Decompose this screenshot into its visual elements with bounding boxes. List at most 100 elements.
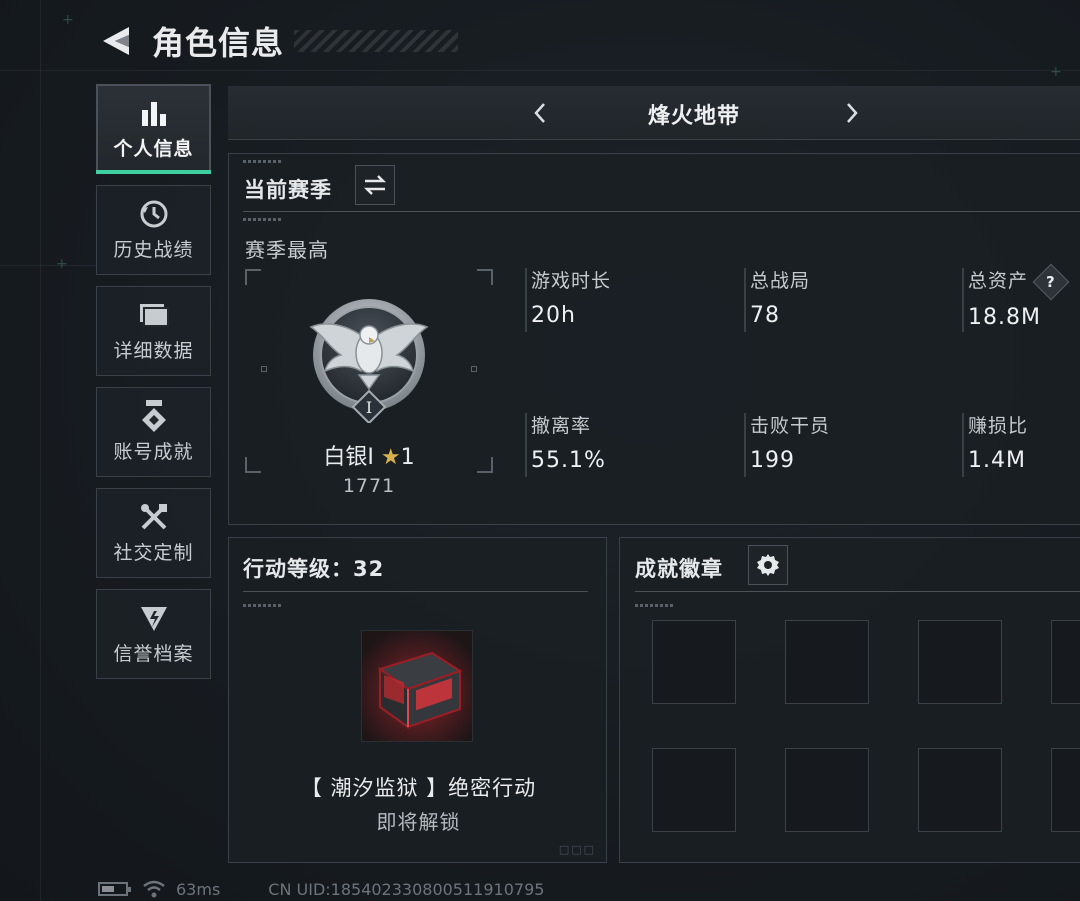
achievement-badges-panel: 成就徽章 [619, 537, 1080, 863]
stat-divider [525, 413, 527, 477]
stat-divider [744, 268, 746, 332]
badge-slot[interactable] [918, 620, 1002, 704]
frame-dot [471, 366, 477, 372]
season-best-label: 赛季最高 [245, 238, 329, 262]
stat-label: 游戏时长 [531, 270, 612, 292]
divider [243, 211, 1080, 212]
stat-label: 总战局 [750, 270, 811, 292]
stat-value: 1.4M [968, 448, 1026, 473]
stat-divider [744, 413, 746, 477]
rank-name: 白银I [323, 445, 374, 470]
stat-divider [962, 413, 964, 477]
chevron-left-icon [534, 103, 545, 123]
tools-icon [139, 502, 169, 532]
rank-card: I 白银I ★1 1771 [245, 269, 493, 497]
sidebar-item-reputation[interactable]: 信誉档案 [96, 589, 211, 679]
badge-slot[interactable] [785, 620, 869, 704]
sidebar-item-achievements[interactable]: 账号成就 [96, 387, 211, 477]
stat-label: 总资产 [968, 270, 1029, 292]
back-button[interactable] [96, 21, 136, 61]
user-uid: CN UID:185402330800511910795 [268, 879, 545, 899]
sidebar-item-label: 账号成就 [113, 440, 194, 463]
badge-slot[interactable] [652, 620, 736, 704]
stat-extraction-rate: 撤离率 55.1% [525, 411, 731, 477]
stat-value: 78 [750, 303, 780, 328]
rank-stars: 1 [400, 445, 415, 470]
back-arrow-icon [103, 27, 129, 55]
sidebar: 个人信息 历史战绩 详细数据 账号成就 社交定制 信誉档案 [96, 84, 212, 690]
decor-tag [635, 604, 675, 607]
svg-text:I: I [366, 398, 372, 417]
status-bar: 63ms CN UID:185402330800511910795 [98, 878, 544, 900]
action-level-title: 行动等级：32 [243, 557, 385, 581]
battery-icon [98, 882, 131, 896]
stat-value: 199 [750, 448, 795, 473]
stat-divider [962, 268, 964, 332]
decor-tag [243, 604, 283, 607]
stat-label-row: 总资产? [968, 263, 1080, 300]
divider [243, 591, 588, 592]
badge-slot[interactable] [918, 748, 1002, 832]
stat-label: 撤离率 [531, 415, 592, 437]
sidebar-item-label: 社交定制 [113, 541, 194, 564]
stat-total-matches: 总战局 78 [744, 266, 950, 332]
folder-icon [138, 300, 170, 330]
badge-settings-button[interactable] [748, 545, 788, 585]
badge-slot[interactable] [1051, 748, 1080, 832]
decor-tag [243, 218, 283, 221]
badges-title: 成就徽章 [635, 557, 723, 581]
stat-value: 20h [531, 303, 576, 328]
frame-corner [477, 269, 493, 285]
mode-prev-button[interactable] [525, 98, 555, 128]
frame-dot [261, 366, 267, 372]
stat-play-time: 游戏时长 20h [525, 266, 731, 332]
gear-icon [757, 554, 779, 576]
badge-slot[interactable] [1051, 620, 1080, 704]
badge-slot[interactable] [785, 748, 869, 832]
stat-label: 击败干员 [750, 415, 831, 437]
operation-status: 即将解锁 [376, 810, 461, 834]
season-title: 当前赛季 [244, 178, 332, 202]
sidebar-item-detailed-data[interactable]: 详细数据 [96, 286, 211, 376]
operation-name: 【 潮汐监狱 】绝密行动 [300, 776, 537, 800]
ping-value: 63ms [176, 879, 221, 899]
sidebar-item-label: 详细数据 [113, 339, 194, 362]
silver-rank-emblem: I [309, 299, 429, 423]
stat-operators-killed: 击败干员 199 [744, 411, 950, 477]
sidebar-item-label: 信誉档案 [113, 642, 194, 665]
character-info-screen: + + + 角色信息 个人信息 历史战绩 详细数据 账号成就 社交定制 信誉档案… [0, 0, 1080, 901]
season-switch-button[interactable] [355, 165, 395, 205]
decor-dots: □□□ [558, 843, 596, 856]
stat-label: 赚损比 [968, 415, 1029, 437]
operation-crate-image [361, 630, 473, 742]
medal-icon [140, 399, 168, 432]
decor-cross: + [1050, 64, 1062, 80]
decor-line [0, 70, 1080, 71]
season-panel: 当前赛季 赛季最高 I 白银I ★1 1771 游戏时长 20h 总战局 78 … [228, 153, 1080, 525]
page-title: 角色信息 [152, 24, 285, 62]
stat-profit-ratio: 赚损比 1.4M [962, 411, 1080, 477]
badge-slot[interactable] [652, 748, 736, 832]
wifi-icon [143, 880, 165, 898]
chevron-right-icon [847, 103, 858, 123]
shield-icon [139, 603, 169, 633]
rank-score: 1771 [342, 475, 396, 497]
header: 角色信息 [96, 18, 284, 64]
frame-corner [245, 269, 261, 285]
stat-value: 55.1% [531, 448, 606, 473]
swap-icon [363, 175, 387, 195]
action-level-panel: 行动等级：32 【 潮汐监狱 】绝密行动 即将解锁 □□□ [228, 537, 607, 863]
sidebar-item-personal-info[interactable]: 个人信息 [96, 84, 211, 174]
mode-next-button[interactable] [837, 98, 867, 128]
help-button[interactable]: ? [1032, 263, 1070, 300]
sidebar-item-social[interactable]: 社交定制 [96, 488, 211, 578]
history-icon [139, 199, 169, 229]
decor-line [40, 0, 41, 901]
sidebar-item-label: 个人信息 [113, 137, 194, 160]
mode-title: 烽火地带 [648, 104, 741, 129]
decor-tag [243, 160, 283, 163]
decor-cross: + [56, 256, 68, 272]
decor-cross: + [62, 12, 74, 28]
sidebar-item-history[interactable]: 历史战绩 [96, 185, 211, 275]
bar-chart-icon [140, 98, 168, 128]
